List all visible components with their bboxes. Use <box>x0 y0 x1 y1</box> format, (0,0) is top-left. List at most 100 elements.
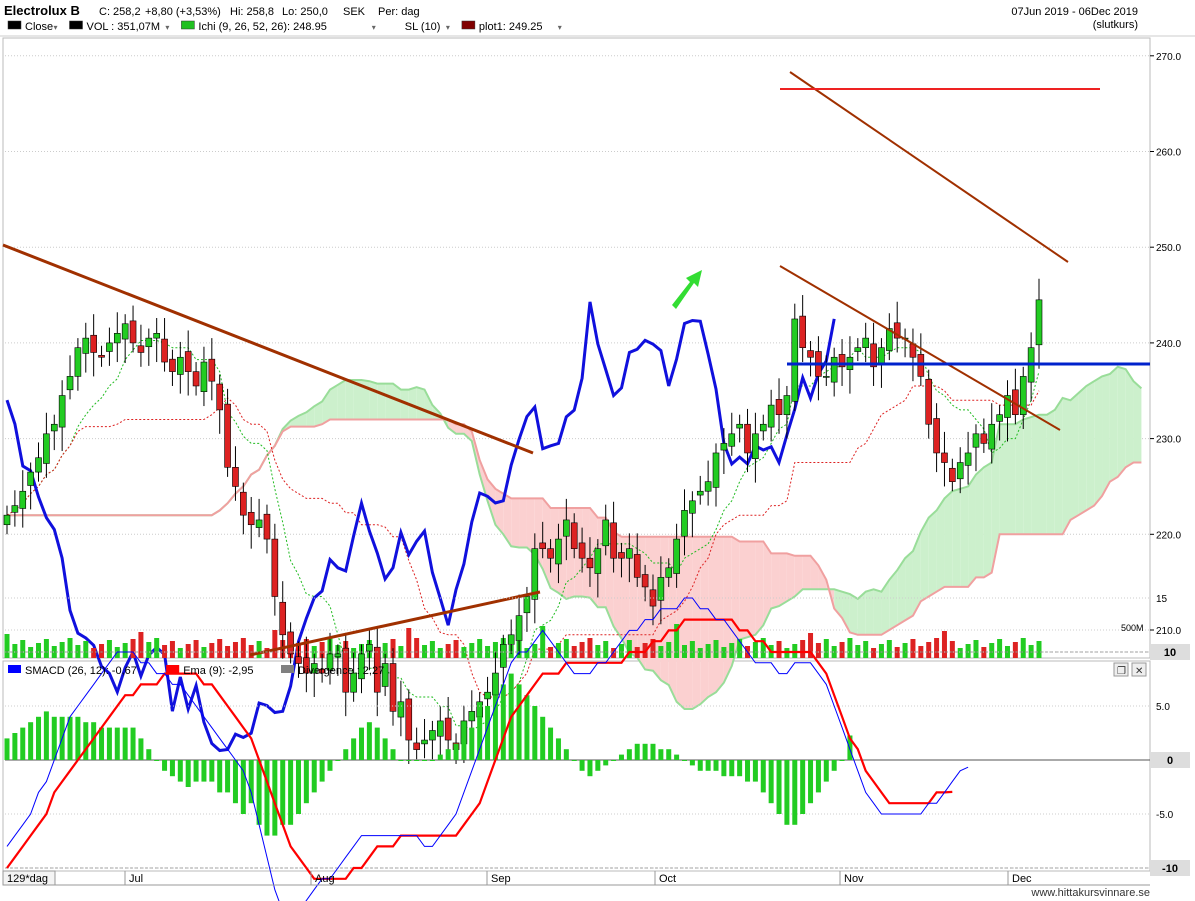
candle-body <box>507 634 515 645</box>
divergence-bar <box>154 760 160 761</box>
volume-bar <box>863 641 869 658</box>
restore-icon: ❐ <box>1117 666 1126 677</box>
candle-body <box>941 452 948 463</box>
x-axis-label: Sep <box>491 873 511 885</box>
divergence-bar <box>351 738 357 760</box>
macd-panel-frame <box>2 660 1151 872</box>
divergence-bar <box>839 760 845 761</box>
ichimoku-cloud-segment <box>968 474 976 587</box>
watermark: www.hittakursvinnare.se <box>1030 887 1150 899</box>
volume-bar <box>469 643 475 658</box>
ichimoku-cloud-segment <box>849 594 858 635</box>
candle-body <box>956 462 964 480</box>
candle-body <box>578 542 586 559</box>
volume-bar <box>603 641 609 658</box>
candle-body <box>657 577 665 601</box>
volume-bar <box>705 644 711 658</box>
volume-bar <box>902 643 908 658</box>
volume-bar <box>209 643 215 658</box>
candle-body <box>366 644 373 652</box>
ichimoku-cloud-segment <box>377 383 386 420</box>
candle-body <box>421 739 428 745</box>
ichimoku-cloud-segment <box>905 551 913 621</box>
volume-bar <box>989 643 995 658</box>
candle-body <box>468 711 476 722</box>
divergence-bar <box>201 760 207 782</box>
top-legend: Close ▾ VOL : 351,07M ▾ Ichi (9, 26, 52, 26)… <box>7 20 562 33</box>
candle-body <box>641 574 649 588</box>
ichimoku-cloud-segment <box>1007 424 1016 535</box>
candle-body <box>807 350 814 358</box>
candle-body <box>854 347 862 352</box>
divergence-bar <box>548 727 554 760</box>
candle-body <box>602 519 610 547</box>
candle-body <box>271 538 279 597</box>
candle-body <box>767 404 775 428</box>
volume-bar <box>886 640 892 658</box>
divergence-bar <box>437 754 443 760</box>
divergence-bar <box>311 760 317 793</box>
candle-body <box>429 730 436 741</box>
x-axis: Jul Aug Sep Oct Nov Dec <box>3 871 1150 886</box>
ichimoku-cloud-segment <box>1070 393 1079 520</box>
volume-bar <box>146 642 152 658</box>
volume-bar <box>926 642 932 658</box>
legend-swatch <box>8 665 21 673</box>
volume-bar <box>256 641 262 658</box>
price-axis-label: 210.0 <box>1156 626 1181 637</box>
divergence-bar <box>390 749 396 760</box>
x-axis-label: Aug <box>315 873 335 885</box>
divergence-bar <box>500 684 506 760</box>
candle-body <box>775 399 783 415</box>
divergence-bar <box>122 727 128 760</box>
ichimoku-cloud-segment <box>1102 374 1110 497</box>
candle-body <box>240 491 247 516</box>
candle-body <box>570 522 578 549</box>
ichimoku-cloud-segment <box>975 467 984 578</box>
ichimoku-cloud-segment <box>526 498 535 555</box>
volume-bar <box>618 644 624 658</box>
candle-body <box>720 443 728 451</box>
candle-body <box>681 510 688 537</box>
period: Per: dag <box>378 6 420 18</box>
volume-bar <box>193 640 199 658</box>
volume-bar <box>437 648 443 658</box>
divergence-bar <box>705 760 711 771</box>
candle-body <box>334 653 342 658</box>
currency: SEK <box>343 6 366 18</box>
legend-label: plot1: 249.25 <box>479 21 543 33</box>
candle-body <box>728 433 736 447</box>
divergence-bar <box>185 760 191 787</box>
divergence-bar <box>288 760 294 825</box>
candle-body <box>704 481 712 492</box>
divergence-bar <box>12 733 18 760</box>
volume-bar <box>445 644 451 658</box>
divergence-bar <box>256 760 262 825</box>
candle-body <box>397 701 405 718</box>
candle-body <box>799 315 806 348</box>
volume-bar <box>776 641 782 658</box>
divergence-bar <box>697 760 703 771</box>
chevron-down-icon: ▾ <box>558 23 562 32</box>
candle-body <box>58 395 66 428</box>
divergence-bar <box>99 727 105 760</box>
divergence-bar <box>642 743 648 760</box>
candle-body <box>66 376 74 391</box>
candle-body <box>555 538 562 565</box>
volume-bar <box>823 639 829 658</box>
ichimoku-cloud-segment <box>684 536 693 709</box>
candle-body <box>413 742 420 750</box>
divergence-bar <box>217 760 223 793</box>
legend-swatch <box>461 20 476 30</box>
divergence-bar <box>768 760 774 804</box>
ichimoku-cloud-segment <box>723 536 732 683</box>
ichimoku-cloud-segment <box>1054 397 1063 535</box>
candle-body <box>515 615 523 641</box>
candle-body <box>74 347 82 377</box>
ichimoku-cloud-segment <box>1125 369 1134 468</box>
volume-bar <box>83 641 89 658</box>
volume-bar <box>106 640 112 658</box>
price-axis-label: 220.0 <box>1156 530 1181 541</box>
volume-bar <box>713 640 719 658</box>
volume-bar <box>177 648 183 658</box>
